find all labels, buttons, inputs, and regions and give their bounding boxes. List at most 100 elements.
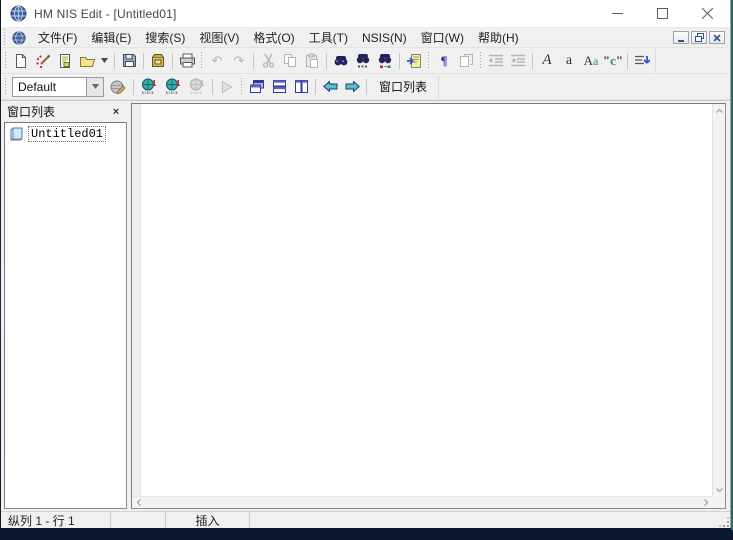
combo-dropdown-icon[interactable] (86, 78, 103, 96)
scroll-right-icon[interactable] (699, 497, 712, 509)
mdi-close-icon[interactable] (709, 31, 725, 44)
indent-icon (507, 51, 529, 71)
separator (114, 53, 115, 69)
scroll-down-icon[interactable] (713, 483, 726, 496)
find-next-icon[interactable] (352, 51, 374, 71)
cascade-windows-icon[interactable] (246, 77, 268, 97)
svg-text:1: 1 (200, 79, 205, 88)
compiler-settings-icon[interactable] (104, 77, 130, 97)
menu-window[interactable]: 窗口(W) (414, 27, 471, 48)
window-list-panel: 窗口列表 × Untitled01 (4, 103, 127, 509)
horizontal-scrollbar[interactable] (132, 496, 712, 508)
print-icon[interactable] (176, 51, 198, 71)
scroll-left-icon[interactable] (132, 497, 145, 509)
change-case-icon[interactable]: Aa (580, 51, 602, 71)
menubar-gripper[interactable] (3, 29, 6, 47)
editor-gutter (132, 104, 141, 496)
statusbar: 纵列 1 - 行 1 插入 (1, 511, 730, 528)
menu-edit[interactable]: 编辑(E) (84, 27, 138, 48)
resize-grip[interactable] (716, 512, 730, 528)
separator (399, 53, 400, 69)
status-cursor-position: 纵列 1 - 行 1 (1, 512, 111, 528)
main-area: 窗口列表 × Untitled01 (1, 100, 730, 511)
separator (143, 53, 144, 69)
separator (627, 53, 628, 69)
toolbar-main-gripper[interactable] (4, 52, 7, 70)
mdi-restore-icon[interactable] (691, 31, 707, 44)
compile-run-icon[interactable]: 1 (161, 77, 185, 97)
mdi-minimize-icon[interactable] (673, 31, 689, 44)
menubar: 文件(F) 编辑(E) 搜索(S) 视图(V) 格式(O) 工具(T) NSIS… (1, 28, 730, 48)
menu-help[interactable]: 帮助(H) (471, 27, 526, 48)
list-item[interactable]: Untitled01 (5, 123, 126, 144)
new-from-template-icon[interactable] (54, 51, 76, 71)
status-message (250, 512, 716, 528)
status-insert-mode: 插入 (166, 512, 250, 528)
compile-icon[interactable]: 1 (137, 77, 161, 97)
select-all-icon (455, 51, 477, 71)
menu-format[interactable]: 格式(O) (246, 27, 301, 48)
toolbar-section-gripper (479, 52, 482, 70)
window-controls (595, 0, 730, 27)
titlebar[interactable]: HM NIS Edit - [Untitled01] (1, 0, 730, 28)
svg-text:1: 1 (176, 79, 181, 88)
window-list-button[interactable]: 窗口列表 (370, 77, 436, 97)
editor-surface[interactable] (142, 104, 712, 496)
menu-tools[interactable]: 工具(T) (302, 27, 355, 48)
toolbar-band-edge (655, 49, 656, 73)
insert-template-icon[interactable] (631, 51, 653, 71)
separator (326, 53, 327, 69)
syntax-combo[interactable]: Default (12, 77, 104, 97)
paste-icon (301, 51, 323, 71)
copy-icon (279, 51, 301, 71)
vertical-scrollbar[interactable] (712, 104, 725, 496)
lowercase-icon[interactable]: a (558, 51, 580, 71)
separator (315, 79, 316, 95)
separator (212, 79, 213, 95)
minimize-icon[interactable] (595, 0, 640, 27)
run-icon (216, 77, 238, 97)
toolbar-section-gripper (427, 52, 430, 70)
maximize-icon[interactable] (640, 0, 685, 27)
toolbar-section-gripper (240, 78, 243, 96)
script-wizard-icon[interactable] (32, 51, 54, 71)
toolbar-section-gripper (200, 52, 203, 70)
panel-close-icon[interactable]: × (109, 105, 123, 119)
goto-line-icon[interactable] (403, 51, 425, 71)
scroll-up-icon[interactable] (713, 104, 726, 117)
tile-vertical-icon[interactable] (290, 77, 312, 97)
redo-icon: ↷ (228, 51, 250, 71)
separator (532, 53, 533, 69)
mdi-window-controls (673, 31, 725, 44)
save-all-icon[interactable] (147, 51, 169, 71)
mdi-document-icon[interactable] (12, 31, 26, 45)
menu-view[interactable]: 视图(V) (192, 27, 246, 48)
window-title: HM NIS Edit - [Untitled01] (34, 7, 177, 21)
menu-file[interactable]: 文件(F) (31, 27, 84, 48)
paragraph-marks-icon[interactable]: ¶ (433, 51, 455, 71)
svg-text:1: 1 (152, 79, 157, 88)
close-icon[interactable] (685, 0, 730, 27)
new-file-icon[interactable] (10, 51, 32, 71)
save-icon[interactable] (118, 51, 140, 71)
window-list[interactable]: Untitled01 (4, 122, 127, 509)
scrollbar-corner (712, 496, 725, 508)
navigate-forward-icon[interactable] (341, 77, 363, 97)
tile-horizontal-icon[interactable] (268, 77, 290, 97)
open-icon[interactable] (76, 51, 98, 71)
font-icon[interactable]: A (536, 51, 558, 71)
find-icon[interactable] (330, 51, 352, 71)
unindent-icon (485, 51, 507, 71)
toolbar-compile-gripper[interactable] (4, 78, 7, 96)
separator (133, 79, 134, 95)
menu-nsis[interactable]: NSIS(N) (355, 29, 414, 47)
find-replace-icon[interactable] (374, 51, 396, 71)
menu-search[interactable]: 搜索(S) (138, 27, 192, 48)
status-modified (111, 512, 166, 528)
undo-icon: ↶ (206, 51, 228, 71)
navigate-back-icon[interactable] (319, 77, 341, 97)
separator (366, 79, 367, 95)
open-dropdown-icon[interactable] (98, 51, 111, 71)
editor (131, 103, 726, 509)
quotes-icon[interactable]: "c" (602, 51, 624, 71)
